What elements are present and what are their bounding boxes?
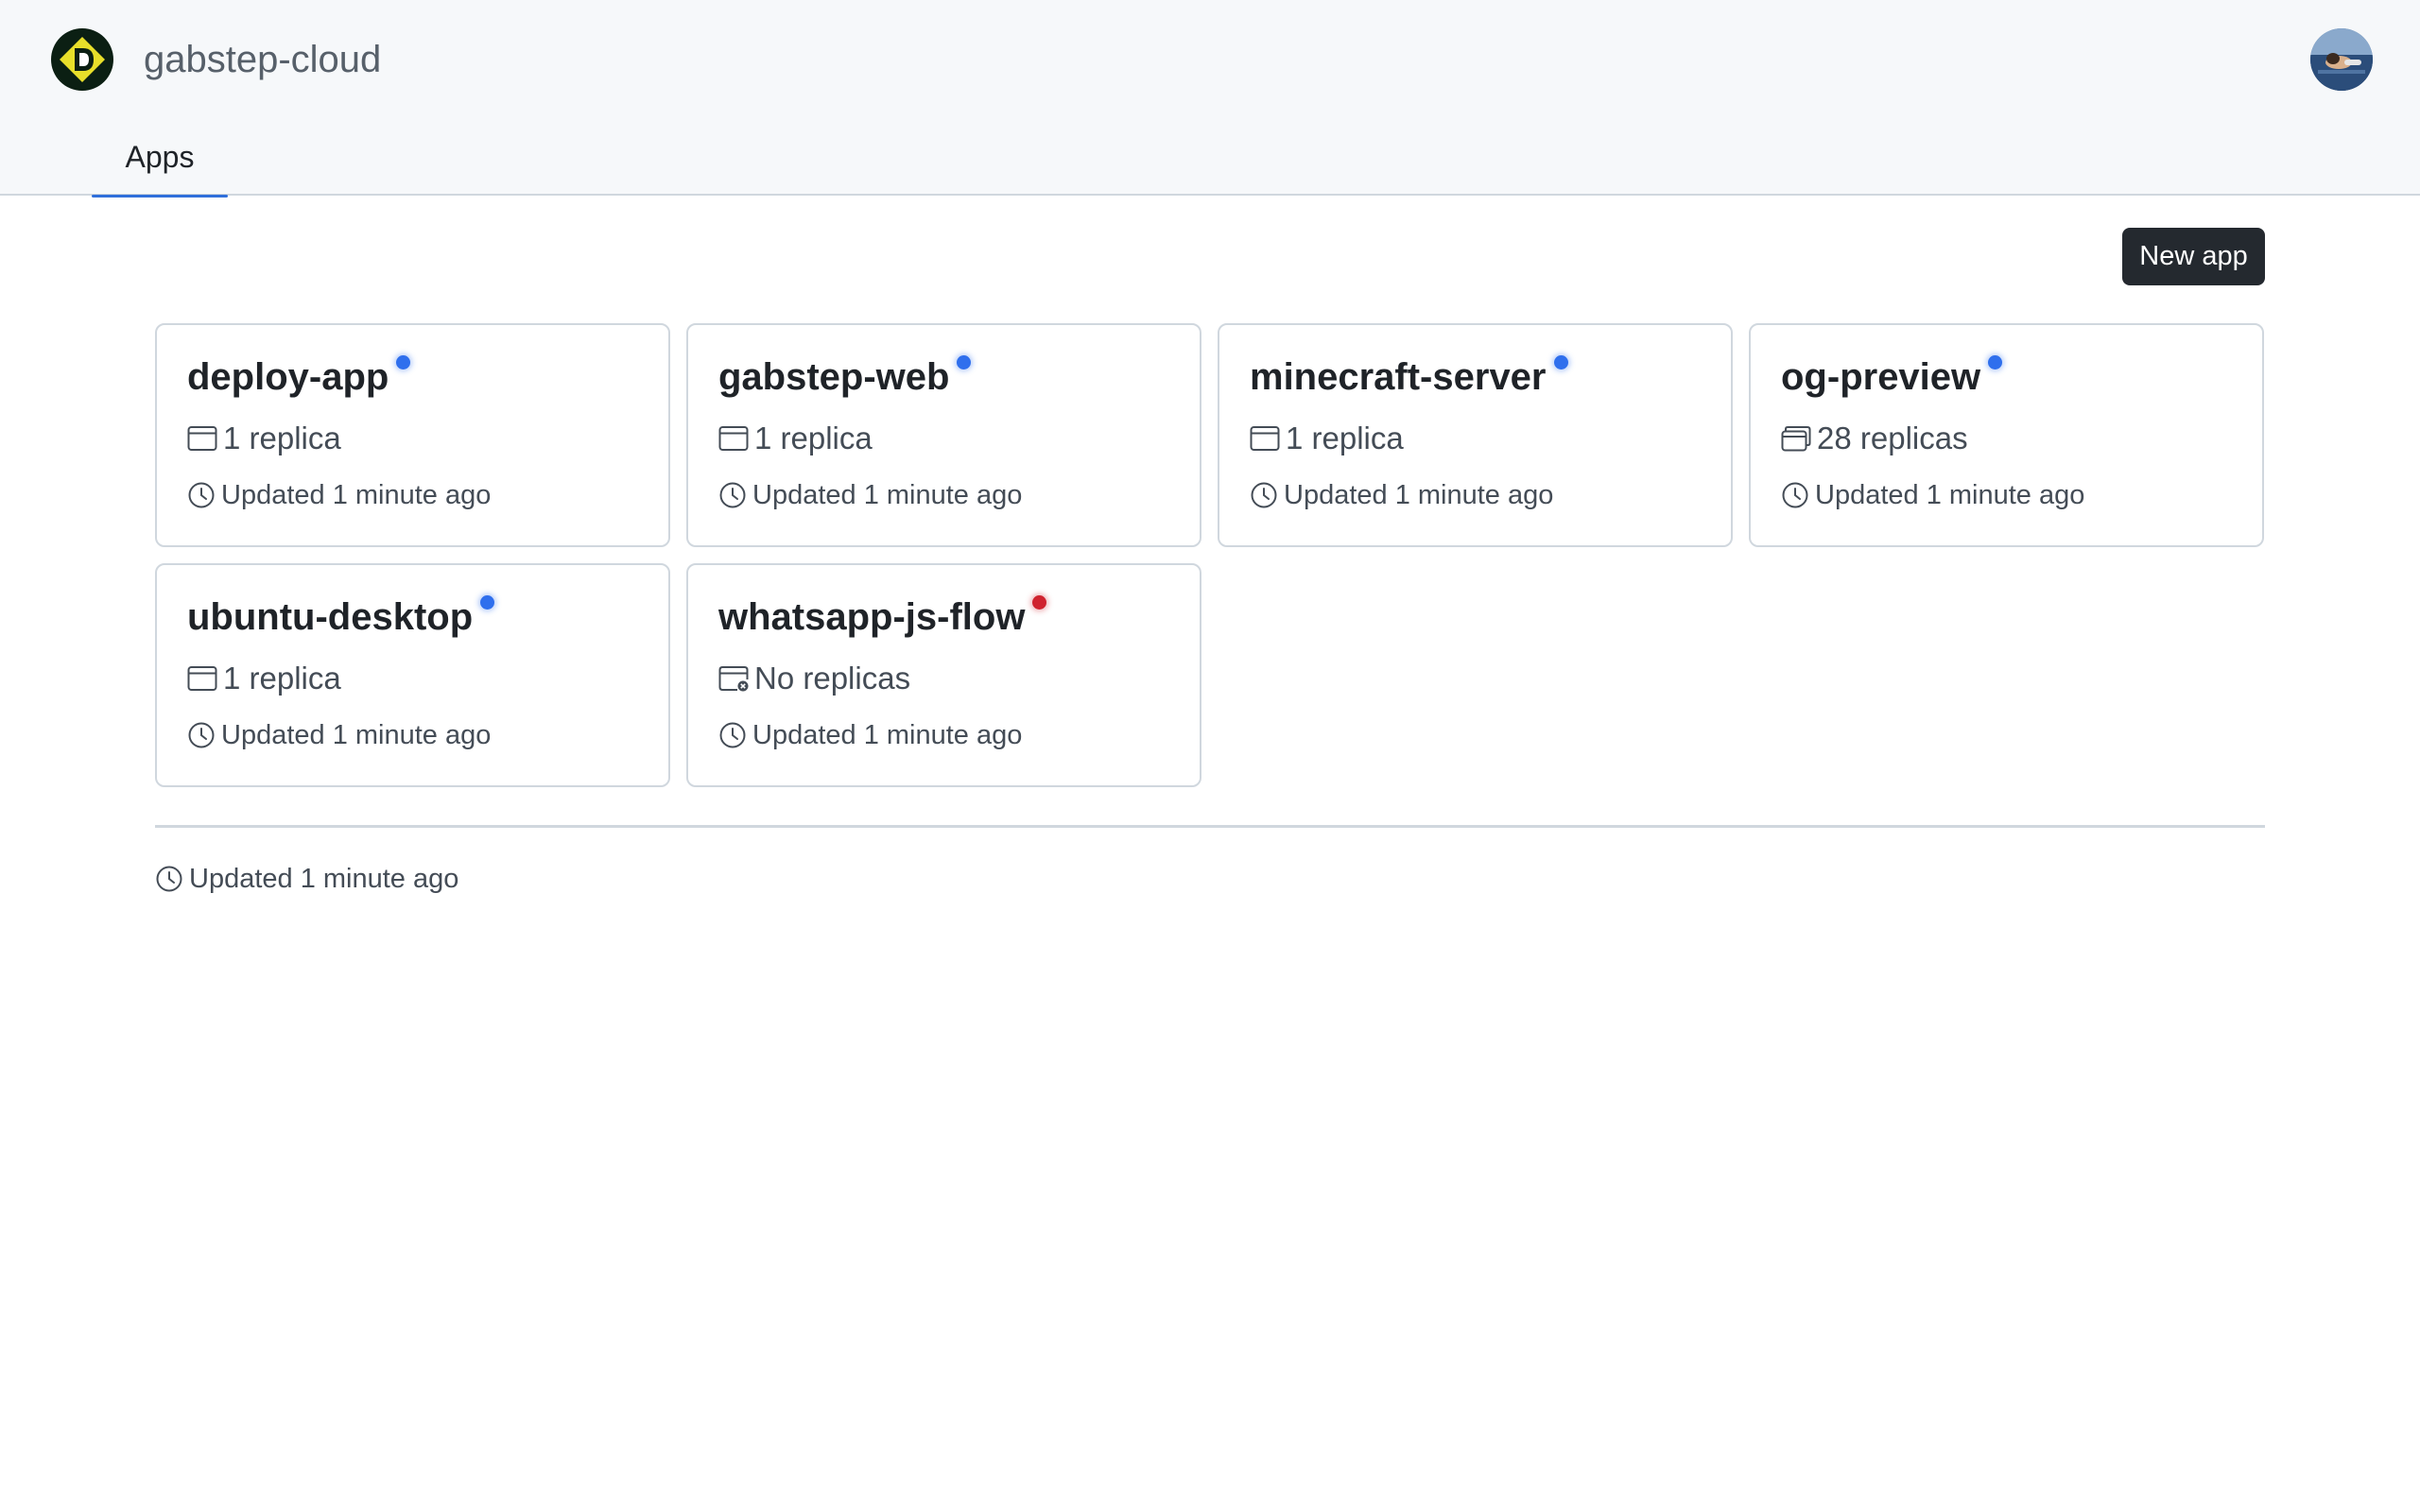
apps-grid: deploy-app 1 replica Updated 1 minute ag… — [155, 323, 2265, 787]
app-title[interactable]: minecraft-server — [1250, 352, 1568, 403]
replica-text: 1 replica — [223, 421, 341, 455]
clock-icon — [155, 865, 183, 893]
user-avatar[interactable] — [2310, 28, 2373, 91]
window-icon — [718, 425, 749, 452]
status-running-dot — [396, 355, 411, 369]
stacked-windows-icon — [1781, 425, 1811, 452]
clock-icon — [718, 721, 747, 749]
updated-text: Updated 1 minute ago — [752, 479, 1023, 510]
tab-active-indicator — [92, 195, 228, 198]
replica-count: 28 replicas — [1781, 418, 1968, 459]
clock-icon — [1250, 481, 1278, 509]
tab-apps-label: Apps — [125, 140, 195, 174]
updated-text: Updated 1 minute ago — [221, 479, 492, 510]
clock-icon — [187, 481, 216, 509]
window-icon — [187, 425, 217, 452]
app-name: gabstep-web — [718, 356, 950, 398]
updated-text: Updated 1 minute ago — [1815, 479, 2085, 510]
status-running-dot — [1988, 355, 2003, 369]
updated-text: Updated 1 minute ago — [1284, 479, 1554, 510]
new-app-button[interactable]: New app — [2122, 228, 2265, 285]
app-card-minecraft-server[interactable]: minecraft-server 1 replica Updated 1 min… — [1218, 323, 1733, 547]
updated-text: Updated 1 minute ago — [752, 719, 1023, 750]
app-name: og-preview — [1781, 356, 1981, 398]
updated-text: Updated 1 minute ago — [221, 719, 492, 750]
updated-time: Updated 1 minute ago — [718, 476, 1022, 514]
tab-apps[interactable]: Apps — [92, 132, 228, 198]
status-running-dot — [1553, 355, 1568, 369]
deploy-logo-icon[interactable] — [51, 28, 113, 91]
app-card-whatsapp-js-flow[interactable]: whatsapp-js-flow No replicas Updated 1 m… — [686, 563, 1201, 787]
replica-count: 1 replica — [187, 658, 341, 699]
status-running-dot — [957, 355, 972, 369]
org-name[interactable]: gabstep-cloud — [144, 36, 381, 83]
replica-count: No replicas — [718, 658, 910, 699]
section-divider — [155, 825, 2265, 828]
updated-time: Updated 1 minute ago — [1250, 476, 1553, 514]
app-title[interactable]: ubuntu-desktop — [187, 592, 495, 643]
app-card-og-preview[interactable]: og-preview 28 replicas Updated 1 minute … — [1749, 323, 2264, 547]
app-title[interactable]: whatsapp-js-flow — [718, 592, 1047, 643]
app-card-ubuntu-desktop[interactable]: ubuntu-desktop 1 replica Updated 1 minut… — [155, 563, 670, 787]
app-title[interactable]: gabstep-web — [718, 352, 972, 403]
clock-icon — [1781, 481, 1809, 509]
clock-icon — [718, 481, 747, 509]
replica-text: No replicas — [754, 661, 911, 696]
replica-count: 1 replica — [1250, 418, 1404, 459]
window-icon — [1250, 425, 1280, 452]
replica-text: 1 replica — [223, 661, 341, 696]
app-name: whatsapp-js-flow — [718, 596, 1026, 638]
app-name: ubuntu-desktop — [187, 596, 474, 638]
page-updated-text: Updated 1 minute ago — [189, 863, 459, 894]
status-running-dot — [480, 595, 495, 610]
window-icon — [187, 665, 217, 692]
replica-count: 1 replica — [187, 418, 341, 459]
clock-icon — [187, 721, 216, 749]
app-title[interactable]: deploy-app — [187, 352, 411, 403]
replica-text: 1 replica — [754, 421, 873, 455]
updated-time: Updated 1 minute ago — [1781, 476, 2084, 514]
app-title[interactable]: og-preview — [1781, 352, 2003, 403]
updated-time: Updated 1 minute ago — [187, 476, 491, 514]
updated-time: Updated 1 minute ago — [718, 716, 1022, 754]
app-name: minecraft-server — [1250, 356, 1547, 398]
top-header: gabstep-cloud Apps — [0, 0, 2420, 198]
status-error-dot — [1032, 595, 1047, 610]
updated-time: Updated 1 minute ago — [187, 716, 491, 754]
app-card-deploy-app[interactable]: deploy-app 1 replica Updated 1 minute ag… — [155, 323, 670, 547]
app-name: deploy-app — [187, 356, 389, 398]
window-x-icon — [718, 665, 749, 692]
replica-text: 1 replica — [1286, 421, 1404, 455]
replica-text: 28 replicas — [1817, 421, 1968, 455]
app-card-gabstep-web[interactable]: gabstep-web 1 replica Updated 1 minute a… — [686, 323, 1201, 547]
replica-count: 1 replica — [718, 418, 873, 459]
page-updated-time: Updated 1 minute ago — [155, 860, 458, 898]
